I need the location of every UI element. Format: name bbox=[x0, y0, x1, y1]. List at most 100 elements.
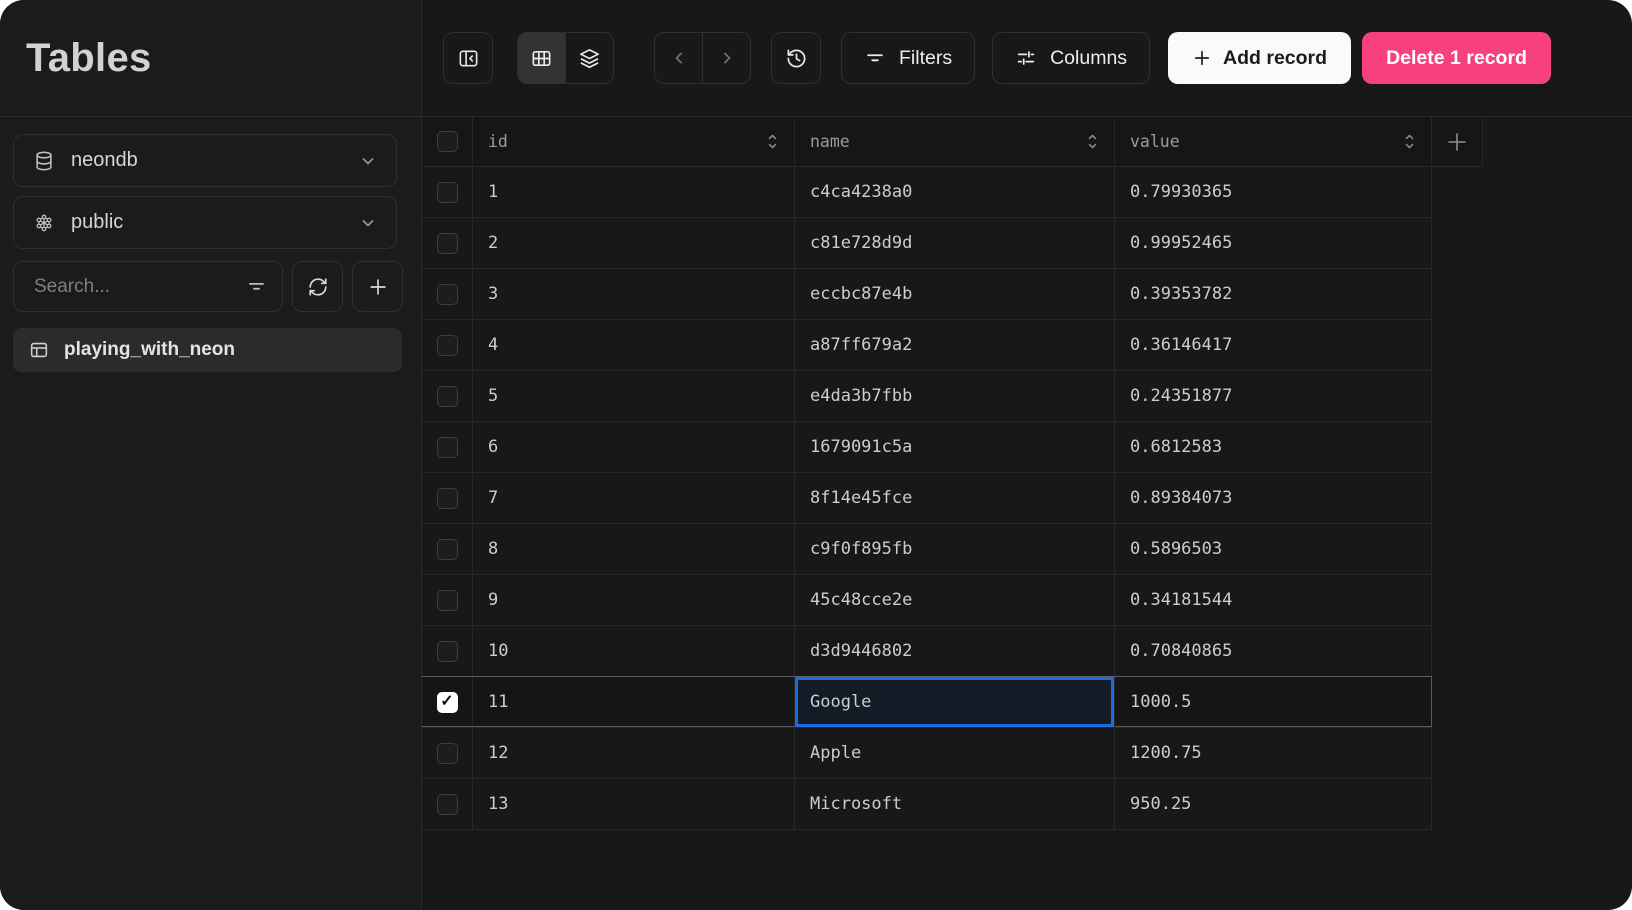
schema-select[interactable]: public bbox=[13, 196, 397, 249]
row-checkbox-cell[interactable] bbox=[422, 269, 473, 319]
row-checkbox-cell[interactable] bbox=[422, 422, 473, 472]
table-row: 10 d3d9446802 0.70840865 bbox=[422, 626, 1432, 677]
cell-name[interactable]: e4da3b7fbb bbox=[795, 371, 1115, 421]
cell-value[interactable]: 1200.75 bbox=[1115, 728, 1432, 778]
row-checkbox-cell[interactable] bbox=[422, 371, 473, 421]
sort-icon[interactable] bbox=[765, 133, 780, 150]
cell-value[interactable]: 0.34181544 bbox=[1115, 575, 1432, 625]
cell-id[interactable]: 12 bbox=[473, 728, 795, 778]
row-checkbox-cell[interactable] bbox=[422, 524, 473, 574]
row-checkbox[interactable] bbox=[436, 385, 458, 407]
cell-id[interactable]: 2 bbox=[473, 218, 795, 268]
toolbar: Filters Columns Add record Delete 1 reco… bbox=[422, 0, 1632, 117]
cell-id[interactable]: 6 bbox=[473, 422, 795, 472]
row-checkbox[interactable] bbox=[436, 334, 458, 356]
row-checkbox[interactable] bbox=[436, 742, 458, 764]
row-checkbox-cell[interactable] bbox=[422, 167, 473, 217]
row-checkbox-cell[interactable] bbox=[422, 320, 473, 370]
filter-icon[interactable] bbox=[246, 276, 267, 297]
row-checkbox-cell[interactable] bbox=[422, 728, 473, 778]
cell-id[interactable]: 3 bbox=[473, 269, 795, 319]
search-input[interactable] bbox=[32, 274, 236, 299]
cell-value[interactable]: 950.25 bbox=[1115, 779, 1432, 829]
row-checkbox[interactable] bbox=[436, 436, 458, 458]
cell-name[interactable]: Apple bbox=[795, 728, 1115, 778]
row-checkbox[interactable] bbox=[436, 538, 458, 560]
grid-view-button[interactable] bbox=[518, 33, 565, 83]
cell-id[interactable]: 10 bbox=[473, 626, 795, 676]
history-button[interactable] bbox=[771, 32, 821, 84]
select-all-checkbox-cell[interactable] bbox=[422, 117, 473, 166]
cell-value[interactable]: 0.36146417 bbox=[1115, 320, 1432, 370]
cell-name[interactable]: eccbc87e4b bbox=[795, 269, 1115, 319]
database-select[interactable]: neondb bbox=[13, 134, 397, 187]
add-column-button[interactable] bbox=[1432, 117, 1483, 166]
cell-name[interactable]: 45c48cce2e bbox=[795, 575, 1115, 625]
add-table-button[interactable] bbox=[352, 261, 403, 312]
delete-record-button[interactable]: Delete 1 record bbox=[1362, 32, 1551, 84]
cell-name[interactable]: 8f14e45fce bbox=[795, 473, 1115, 523]
row-checkbox-cell[interactable] bbox=[422, 677, 473, 727]
row-checkbox[interactable] bbox=[436, 793, 458, 815]
cell-id[interactable]: 13 bbox=[473, 779, 795, 829]
cell-value[interactable]: 0.99952465 bbox=[1115, 218, 1432, 268]
cell-id[interactable]: 1 bbox=[473, 167, 795, 217]
layers-view-button[interactable] bbox=[565, 33, 613, 83]
cell-id[interactable]: 8 bbox=[473, 524, 795, 574]
filters-button[interactable]: Filters bbox=[841, 32, 976, 84]
row-checkbox[interactable] bbox=[436, 589, 458, 611]
cell-name[interactable]: c81e728d9d bbox=[795, 218, 1115, 268]
cell-name[interactable]: 1679091c5a bbox=[795, 422, 1115, 472]
row-checkbox[interactable] bbox=[436, 232, 458, 254]
row-checkbox[interactable] bbox=[436, 181, 458, 203]
add-record-button[interactable]: Add record bbox=[1168, 32, 1352, 84]
row-checkbox[interactable] bbox=[436, 691, 458, 713]
column-header-name[interactable]: name bbox=[795, 117, 1115, 166]
cell-value[interactable]: 0.5896503 bbox=[1115, 524, 1432, 574]
row-checkbox[interactable] bbox=[436, 487, 458, 509]
table-row: 9 45c48cce2e 0.34181544 bbox=[422, 575, 1432, 626]
cell-value[interactable]: 0.39353782 bbox=[1115, 269, 1432, 319]
refresh-icon bbox=[307, 276, 329, 298]
next-page-button[interactable] bbox=[702, 33, 750, 83]
cell-name[interactable]: Microsoft bbox=[795, 779, 1115, 829]
cell-id[interactable]: 9 bbox=[473, 575, 795, 625]
cell-value[interactable]: 0.89384073 bbox=[1115, 473, 1432, 523]
row-checkbox-cell[interactable] bbox=[422, 218, 473, 268]
search-box[interactable] bbox=[13, 261, 283, 312]
cell-id[interactable]: 4 bbox=[473, 320, 795, 370]
row-checkbox[interactable] bbox=[436, 283, 458, 305]
plus-icon bbox=[1192, 48, 1212, 68]
cell-name[interactable]: Google bbox=[795, 677, 1115, 727]
cell-name[interactable]: c9f0f895fb bbox=[795, 524, 1115, 574]
columns-button[interactable]: Columns bbox=[992, 32, 1151, 84]
cell-value[interactable]: 0.24351877 bbox=[1115, 371, 1432, 421]
cell-name[interactable]: d3d9446802 bbox=[795, 626, 1115, 676]
column-header-id[interactable]: id bbox=[473, 117, 795, 166]
row-checkbox-cell[interactable] bbox=[422, 575, 473, 625]
cell-id[interactable]: 11 bbox=[473, 677, 795, 727]
layers-view-icon bbox=[578, 47, 601, 70]
cell-value[interactable]: 0.79930365 bbox=[1115, 167, 1432, 217]
view-switcher bbox=[517, 32, 614, 84]
row-checkbox-cell[interactable] bbox=[422, 626, 473, 676]
sidebar-item-playing_with_neon[interactable]: playing_with_neon bbox=[13, 328, 402, 372]
cell-value[interactable]: 1000.5 bbox=[1115, 677, 1432, 727]
sort-icon[interactable] bbox=[1402, 133, 1417, 150]
sort-icon[interactable] bbox=[1085, 133, 1100, 150]
cell-value[interactable]: 0.6812583 bbox=[1115, 422, 1432, 472]
cell-id[interactable]: 5 bbox=[473, 371, 795, 421]
row-checkbox[interactable] bbox=[436, 640, 458, 662]
cell-id[interactable]: 7 bbox=[473, 473, 795, 523]
row-checkbox-cell[interactable] bbox=[422, 473, 473, 523]
database-icon bbox=[33, 150, 55, 172]
cell-value[interactable]: 0.70840865 bbox=[1115, 626, 1432, 676]
cell-name[interactable]: a87ff679a2 bbox=[795, 320, 1115, 370]
cell-name[interactable]: c4ca4238a0 bbox=[795, 167, 1115, 217]
row-checkbox-cell[interactable] bbox=[422, 779, 473, 829]
prev-page-button[interactable] bbox=[655, 33, 702, 83]
select-all-checkbox[interactable] bbox=[436, 131, 458, 152]
collapse-sidebar-button[interactable] bbox=[443, 32, 493, 84]
column-header-value[interactable]: value bbox=[1115, 117, 1432, 166]
refresh-button[interactable] bbox=[292, 261, 343, 312]
